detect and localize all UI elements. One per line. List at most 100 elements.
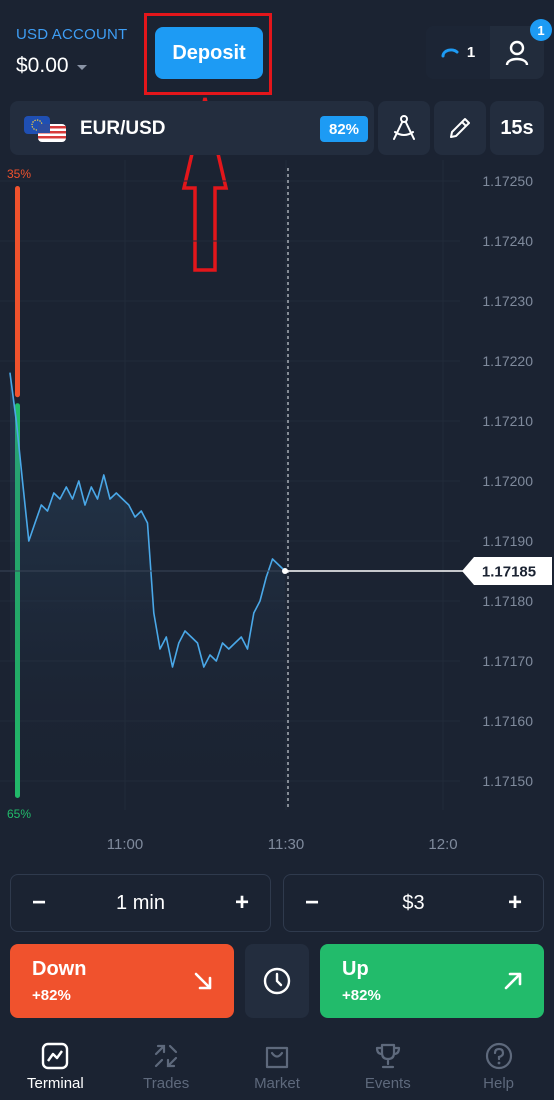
compass-icon [393, 115, 415, 140]
indicators-button[interactable] [378, 101, 430, 155]
series-point [259, 600, 261, 602]
series-point [109, 498, 111, 500]
chevron-down-icon [76, 65, 87, 70]
nav-market[interactable]: Market [222, 1034, 333, 1100]
duration-value[interactable]: 1 min [61, 892, 220, 915]
nav-help[interactable]: Help [443, 1034, 554, 1100]
nav-help-label: Help [483, 1075, 515, 1092]
duration-minus-button[interactable]: − [25, 889, 53, 917]
series-point [90, 486, 92, 488]
series-point [40, 504, 42, 506]
series-point [240, 636, 242, 638]
nav-events-label: Events [364, 1075, 411, 1092]
drawing-tools-button[interactable] [434, 101, 486, 155]
current-price-label: 1.17185 [482, 564, 536, 581]
series-point [15, 420, 17, 422]
series-point [28, 540, 30, 542]
series-point [159, 648, 161, 650]
time-tick-label: 11:30 [268, 836, 304, 853]
down-label: Down [32, 958, 87, 980]
series-point [271, 558, 274, 560]
series-point [196, 642, 199, 644]
duration-plus-button[interactable]: + [228, 889, 256, 917]
help-icon [485, 1042, 512, 1070]
series-point [203, 666, 205, 668]
price-tick-label: 1.17170 [482, 653, 533, 669]
nav-market-label: Market [254, 1075, 300, 1092]
time-tick-label: 11:00 [107, 836, 143, 853]
series-point [209, 654, 211, 656]
series-point [59, 498, 61, 500]
nav-trades[interactable]: Trades [111, 1034, 222, 1100]
series-point [115, 492, 117, 494]
chart-icon [42, 1042, 69, 1070]
series-point [146, 522, 149, 524]
deposit-button[interactable]: Deposit [155, 27, 263, 79]
series-point [184, 630, 186, 632]
price-tick-label: 1.17240 [482, 233, 533, 249]
series-point [265, 576, 267, 578]
chart-area-fill [10, 373, 285, 810]
series-point [121, 498, 124, 500]
clock-icon [263, 967, 291, 995]
amount-plus-button[interactable]: + [501, 889, 529, 917]
series-point [140, 510, 142, 512]
payout-badge: 82% [320, 116, 368, 142]
profile-button[interactable]: 1 [490, 19, 552, 79]
notification-badge: 1 [530, 19, 552, 41]
price-tick-label: 1.17190 [482, 533, 533, 549]
timeframe-button[interactable]: 15s [490, 101, 544, 155]
series-point [246, 648, 249, 650]
series-point [171, 666, 174, 668]
bottom-navigation: Terminal Trades Market Events Help [0, 1034, 554, 1100]
arrow-up-right-icon [504, 972, 522, 990]
down-button[interactable]: Down +82% [10, 944, 234, 1018]
series-point [278, 564, 280, 566]
price-tick-label: 1.17230 [482, 293, 533, 309]
shopping-bag-icon [265, 1046, 289, 1069]
series-point [65, 486, 67, 488]
down-payout: +82% [32, 987, 71, 1004]
series-point [165, 636, 167, 638]
nav-terminal[interactable]: Terminal [0, 1034, 111, 1100]
series-point [46, 510, 49, 512]
nav-trades-label: Trades [143, 1075, 190, 1092]
open-trades-button[interactable]: 1 [426, 26, 490, 79]
series-point [84, 504, 86, 506]
series-point [103, 474, 105, 476]
price-tick-label: 1.17150 [482, 773, 533, 789]
up-label: Up [342, 958, 369, 980]
amount-stepper: − $3 + [283, 874, 544, 932]
series-point [53, 492, 55, 494]
price-tick-label: 1.17220 [482, 353, 533, 369]
price-tick-label: 1.17160 [482, 713, 533, 729]
series-point [134, 516, 136, 518]
price-chart[interactable]: 35%65% 1.17185 1.172501.172401.172301.17… [0, 160, 554, 860]
asset-selector[interactable]: EUR/USD 82% [10, 101, 374, 155]
series-point [215, 660, 217, 662]
series-point [128, 504, 130, 506]
nav-terminal-label: Terminal [27, 1075, 84, 1092]
nav-events[interactable]: Events [332, 1034, 443, 1100]
amount-value[interactable]: $3 [334, 892, 493, 915]
area-fill [10, 373, 285, 810]
trophy-icon [375, 1043, 400, 1069]
up-button[interactable]: Up +82% [320, 944, 544, 1018]
account-balance[interactable]: $0.00 [16, 54, 87, 78]
series-point [21, 480, 24, 482]
price-tick-label: 1.17250 [482, 173, 533, 189]
trades-arrows-icon [155, 1044, 178, 1068]
price-tick-label: 1.17210 [482, 413, 533, 429]
deposit-highlight-box: Deposit [144, 13, 272, 95]
timer-button[interactable] [245, 944, 309, 1018]
amount-minus-button[interactable]: − [298, 889, 326, 917]
user-icon [505, 40, 529, 65]
series-point [190, 636, 192, 638]
account-type-label[interactable]: USD ACCOUNT [16, 26, 127, 43]
asset-pair-name: EUR/USD [80, 118, 166, 139]
series-point [228, 648, 230, 650]
series-point [153, 612, 155, 614]
account-controls: 1 1 [426, 19, 552, 79]
series-point [34, 522, 36, 524]
open-trades-count: 1 [466, 44, 476, 61]
